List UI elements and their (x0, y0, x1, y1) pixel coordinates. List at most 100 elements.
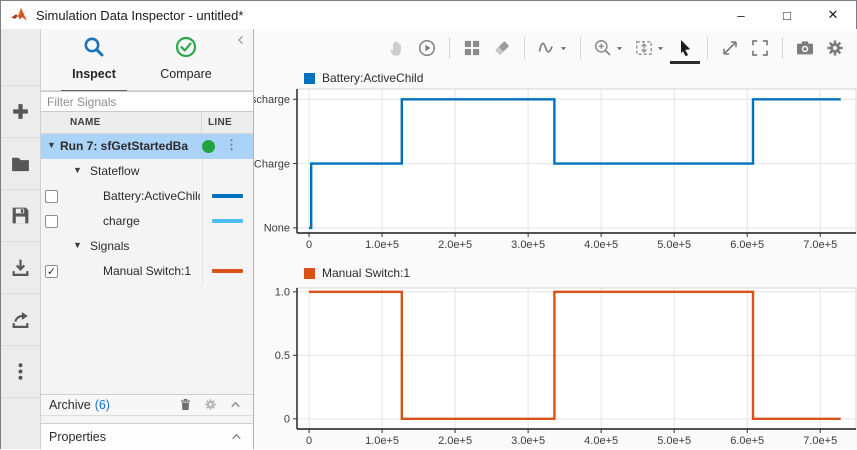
dropdown-caret-icon[interactable] (656, 44, 665, 53)
resize-icon (720, 38, 740, 58)
fullscreen-icon (750, 38, 770, 58)
search-icon (82, 35, 106, 59)
replay-icon (417, 38, 437, 58)
tab-inspect-label: Inspect (51, 67, 137, 81)
fit-to-view-button[interactable] (629, 34, 670, 62)
sidebar: Inspect Compare NAME LINE ▼Run 7: sfGetS… (41, 29, 254, 449)
zoom-in-icon (593, 38, 613, 58)
import-button[interactable] (1, 242, 40, 294)
subplot-layout-icon (462, 38, 482, 58)
column-header-name: NAME (41, 117, 201, 128)
archive-bar[interactable]: Archive (6) (41, 394, 253, 416)
collapse-caret-icon[interactable]: ▼ (47, 140, 56, 150)
collapse-caret-icon[interactable]: ▼ (73, 240, 82, 250)
svg-text:0: 0 (306, 435, 312, 447)
signal-trace-button[interactable] (532, 34, 573, 62)
collapse-sidebar-button[interactable] (235, 33, 249, 47)
chart1-legend: Battery:ActiveChild (304, 71, 423, 85)
chevron-up-icon[interactable] (229, 429, 245, 445)
group-row[interactable]: ▼Signals (41, 234, 253, 259)
legend-label: Battery:ActiveChild (322, 71, 423, 85)
signal-checkbox[interactable]: ✓ (45, 265, 58, 278)
battery-activechild-chart[interactable]: 01.0e+52.0e+53.0e+54.0e+55.0e+56.0e+57.0… (254, 86, 857, 251)
replay-button[interactable] (412, 34, 442, 62)
signal-row[interactable]: Battery:ActiveChild (41, 184, 253, 209)
export-button[interactable] (1, 294, 40, 346)
clear-plots-button[interactable] (487, 34, 517, 62)
subplot-layout-button[interactable] (457, 34, 487, 62)
snapshot-camera-icon (795, 38, 815, 58)
save-button[interactable] (1, 190, 40, 242)
signal-row[interactable]: charge (41, 209, 253, 234)
run-options-kebab-icon[interactable]: ⋮ (225, 137, 238, 153)
pointer-button[interactable] (670, 33, 700, 64)
legend-label: Manual Switch:1 (322, 266, 410, 280)
svg-text:2.0e+5: 2.0e+5 (438, 239, 472, 251)
trash-icon[interactable] (178, 397, 194, 413)
archive-count: (6) (95, 398, 110, 412)
tab-inspect[interactable]: Inspect (51, 35, 137, 81)
column-divider (202, 259, 203, 284)
signal-checkbox[interactable] (45, 190, 58, 203)
filter-signals-input[interactable] (41, 91, 253, 112)
pointer-icon (675, 38, 695, 58)
column-divider (202, 184, 203, 209)
close-button[interactable]: ✕ (810, 1, 856, 29)
plot-toolbar (254, 29, 857, 67)
toolbar-separator (580, 37, 581, 59)
dropdown-caret-icon[interactable] (615, 44, 624, 53)
svg-text:2.0e+5: 2.0e+5 (438, 435, 472, 447)
svg-text:1.0e+5: 1.0e+5 (365, 435, 399, 447)
chart2-legend: Manual Switch:1 (304, 266, 410, 280)
pan-hand-button[interactable] (382, 34, 412, 62)
maximize-button[interactable]: □ (764, 1, 810, 29)
signal-checkbox[interactable] (45, 215, 58, 228)
clear-plots-icon (492, 38, 512, 58)
filter-row (41, 91, 253, 112)
pan-hand-icon (387, 38, 407, 58)
fit-to-view-icon (634, 38, 654, 58)
plot-area: Battery:ActiveChild 01.0e+52.0e+53.0e+54… (254, 29, 857, 449)
manual-switch-chart[interactable]: 01.0e+52.0e+53.0e+54.0e+55.0e+56.0e+57.0… (254, 283, 857, 450)
snapshot-camera-button[interactable] (790, 34, 820, 62)
svg-text:None: None (264, 223, 290, 235)
compare-check-icon (174, 35, 198, 59)
open-folder-icon (10, 153, 31, 174)
collapse-caret-icon[interactable]: ▼ (73, 165, 82, 175)
properties-bar[interactable]: Properties (41, 423, 253, 450)
more-dots-button[interactable] (1, 346, 40, 398)
svg-text:7.0e+5: 7.0e+5 (803, 435, 837, 447)
plus-button[interactable] (1, 86, 40, 138)
line-swatch[interactable] (212, 269, 243, 273)
chevron-up-icon[interactable] (228, 397, 244, 413)
line-swatch[interactable] (212, 194, 243, 198)
signal-row[interactable]: ✓Manual Switch:1 (41, 259, 253, 284)
column-divider (202, 159, 203, 184)
settings-gear-button[interactable] (820, 34, 850, 62)
column-divider (202, 234, 203, 259)
left-toolbar-spacer (1, 29, 40, 86)
table-header: NAME LINE (41, 112, 253, 134)
svg-text:Discharge: Discharge (254, 94, 290, 106)
settings-gear-icon (825, 38, 845, 58)
run-row[interactable]: ▼Run 7: sfGetStartedBa⋮ (41, 134, 253, 159)
minimize-button[interactable]: – (718, 1, 764, 29)
tab-compare[interactable]: Compare (143, 35, 229, 81)
resize-button[interactable] (715, 34, 745, 62)
gear-icon[interactable] (203, 397, 219, 413)
svg-text:4.0e+5: 4.0e+5 (584, 435, 618, 447)
simulation-data-inspector-window: Simulation Data Inspector - untitled* – … (0, 0, 857, 449)
zoom-in-button[interactable] (588, 34, 629, 62)
toolbar-separator (782, 37, 783, 59)
group-row[interactable]: ▼Stateflow (41, 159, 253, 184)
signal-table-rows: ▼Run 7: sfGetStartedBa⋮▼Stateflow Battery… (41, 134, 253, 284)
toolbar-separator (449, 37, 450, 59)
tab-header: Inspect Compare (41, 29, 253, 91)
column-header-line: LINE (201, 112, 253, 133)
open-folder-button[interactable] (1, 138, 40, 190)
import-icon (10, 257, 31, 278)
line-swatch[interactable] (212, 219, 243, 223)
fullscreen-button[interactable] (745, 34, 775, 62)
signal-label: Battery:ActiveChild (103, 189, 200, 203)
dropdown-caret-icon[interactable] (559, 44, 568, 53)
